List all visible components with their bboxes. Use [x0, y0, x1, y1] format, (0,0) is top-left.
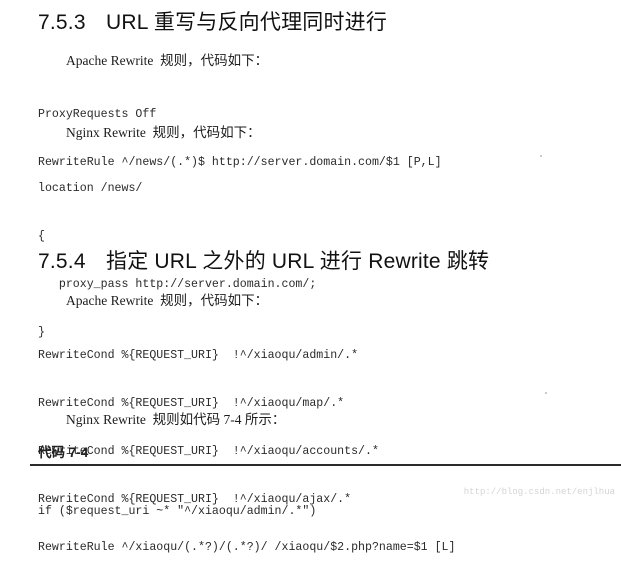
section-heading-7-5-4: 7.5.4 指定 URL 之外的 URL 进行 Rewrite 跳转 [38, 245, 489, 275]
section-number: 7.5.3 [38, 11, 86, 34]
code-line: RewriteCond %{REQUEST_URI} !^/xiaoqu/adm… [38, 349, 359, 362]
code-line: RewriteRule ^/xiaoqu/(.*?)/(.*?)/ /xiaoq… [38, 541, 456, 554]
nginx-intro-paragraph: Nginx Rewrite 规则，代码如下： [66, 125, 261, 140]
section-title: URL 重写与反向代理同时进行 [106, 11, 388, 34]
section-title: 指定 URL 之外的 URL 进行 Rewrite 跳转 [106, 250, 490, 273]
apache-intro-paragraph: Apache Rewrite 规则，代码如下： [66, 293, 269, 308]
scan-speck [540, 155, 542, 157]
listing-divider [30, 464, 621, 466]
nginx-intro-paragraph: Nginx Rewrite 规则如代码 7-4 所示： [66, 412, 286, 427]
nginx-code-block: if ($request_uri ~* "^/xiaoqu/admin/.*") [38, 472, 316, 536]
code-line: location /news/ [38, 182, 143, 195]
scan-speck [545, 392, 547, 394]
watermark: http://blog.csdn.net/enjlhua [463, 487, 615, 497]
code-line: if ($request_uri ~* "^/xiaoqu/admin/.*") [38, 505, 317, 518]
section-number: 7.5.4 [38, 250, 86, 273]
section-heading-7-5-3: 7.5.3 URL 重写与反向代理同时进行 [38, 6, 387, 36]
apache-intro-paragraph: Apache Rewrite 规则，代码如下： [66, 53, 269, 68]
code-line: { [38, 230, 45, 243]
listing-caption: 代码 7-4 [38, 445, 89, 460]
code-line: RewriteCond %{REQUEST_URI} !^/xiaoqu/acc… [38, 445, 379, 458]
